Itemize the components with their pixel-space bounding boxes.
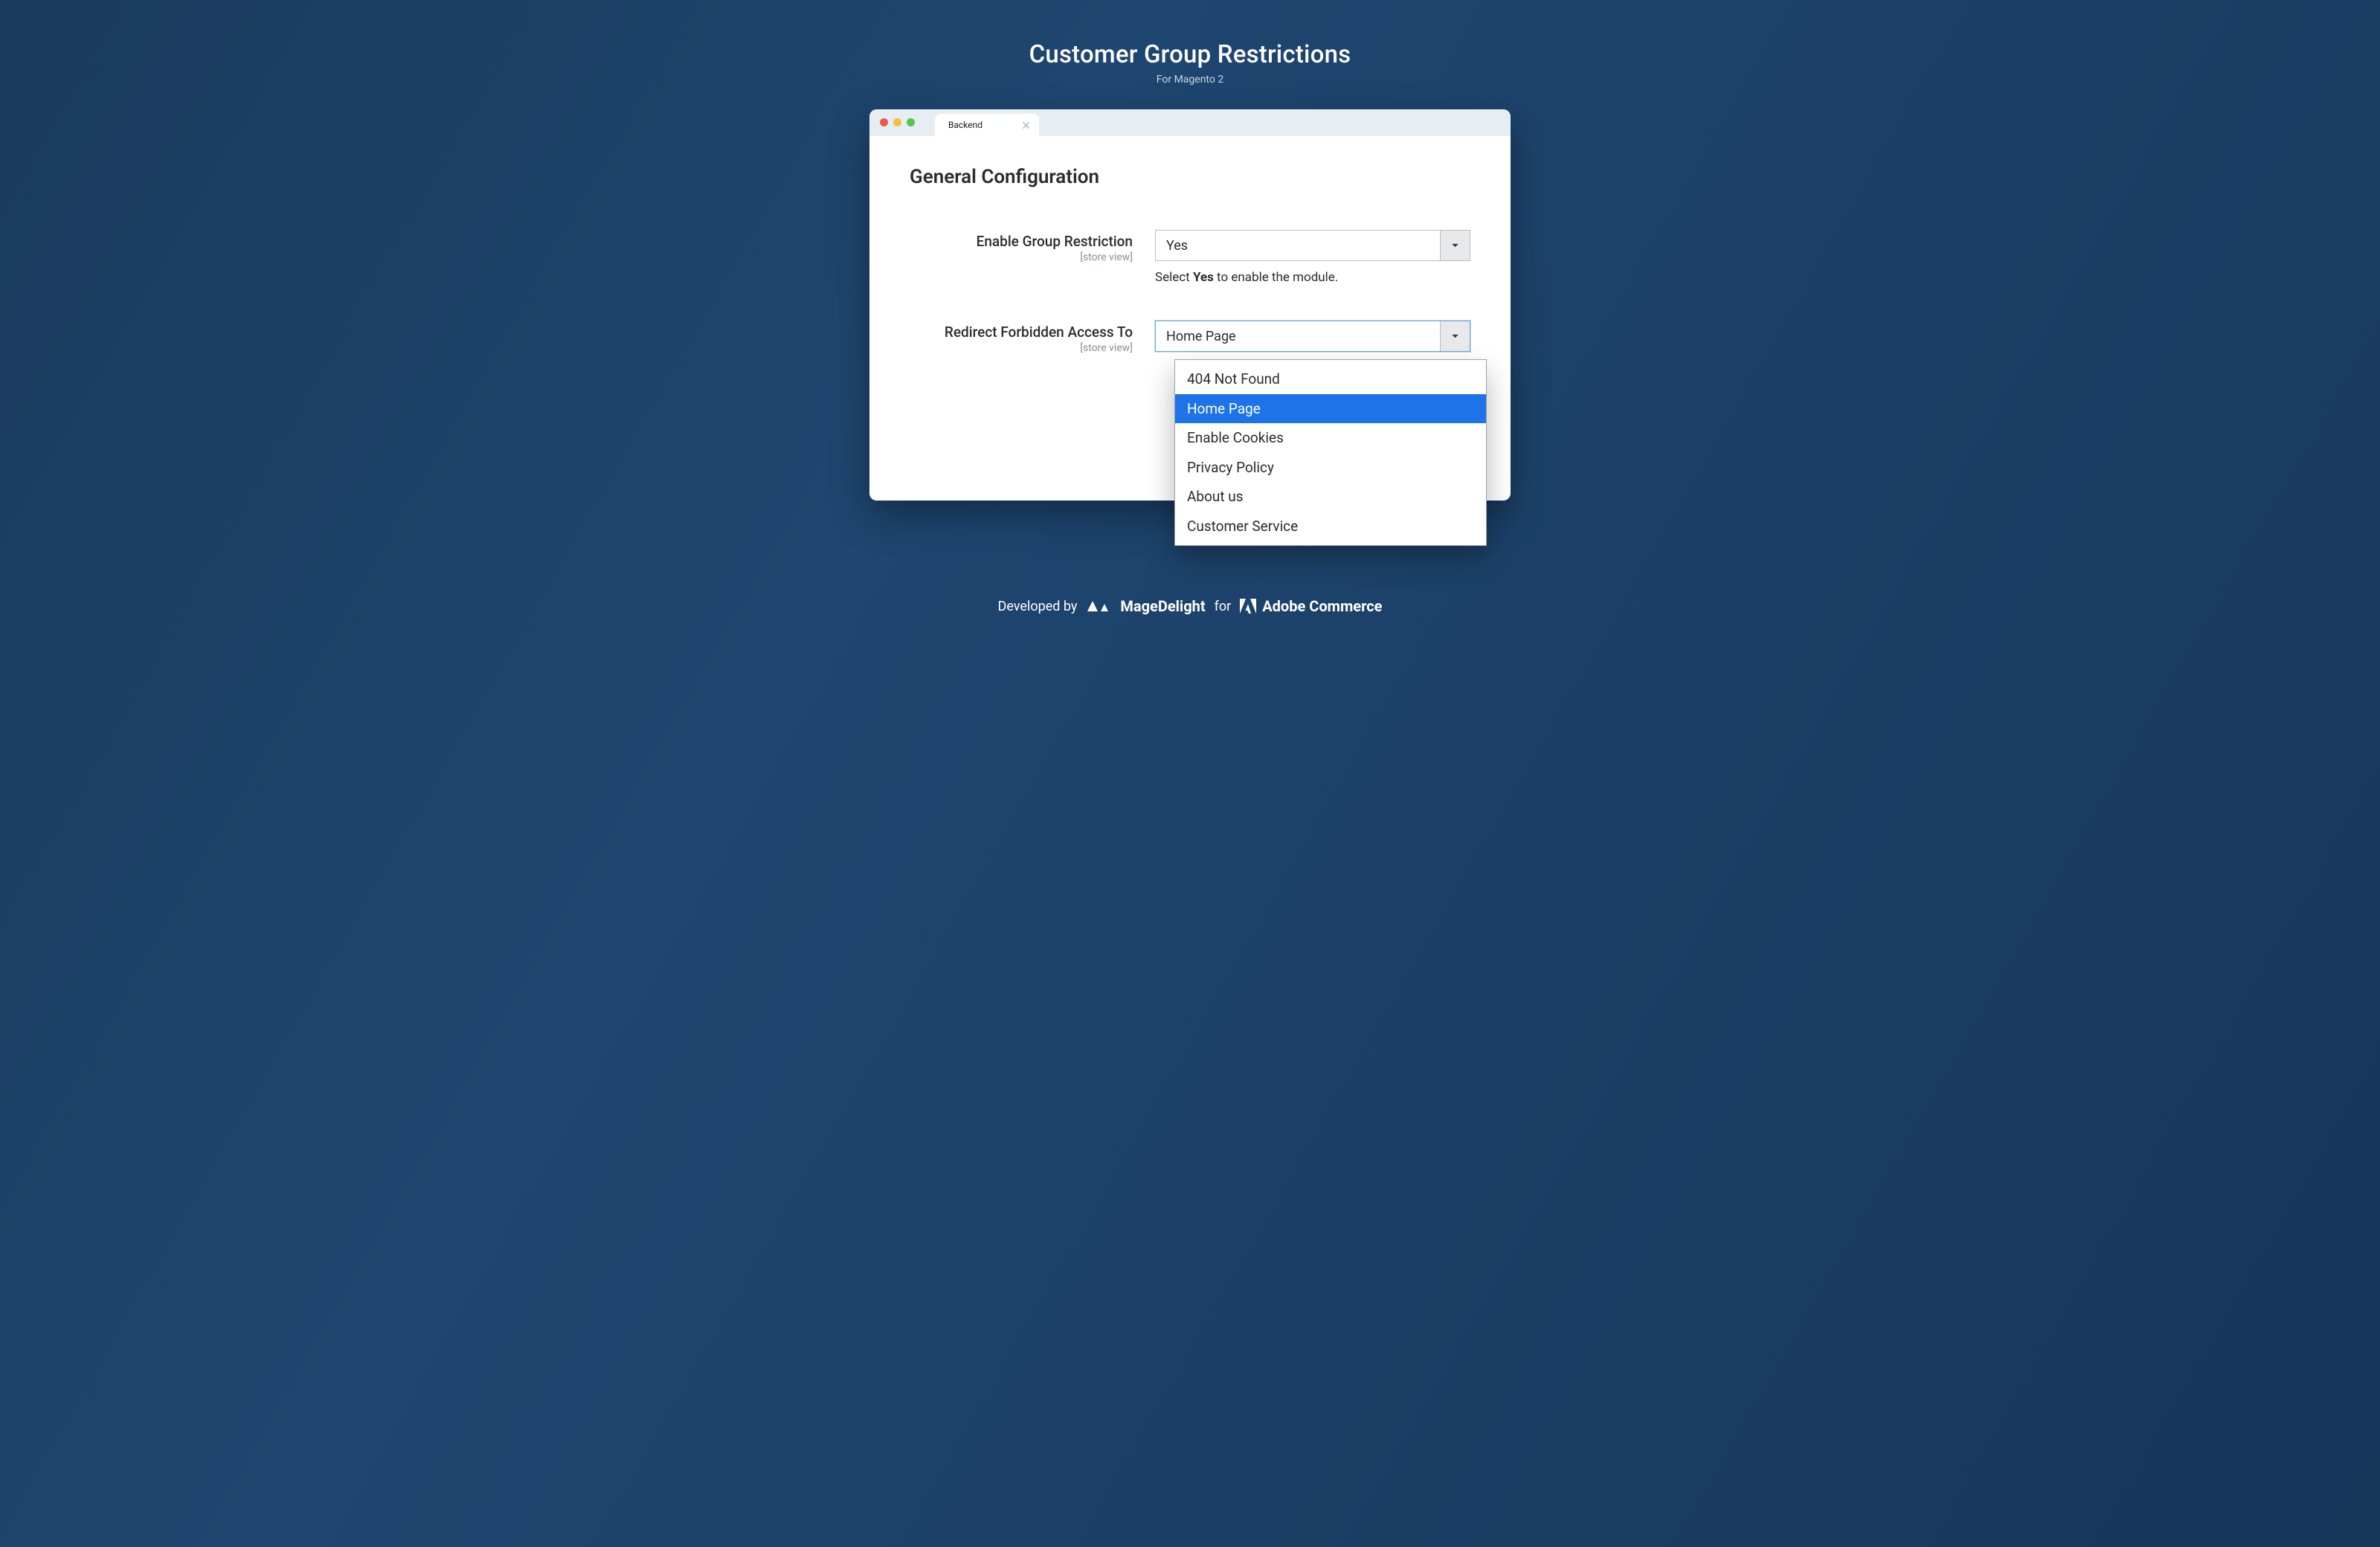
dropdown-option[interactable]: Home Page (1175, 394, 1486, 424)
browser-tab[interactable]: Backend (935, 114, 1039, 136)
window-close-button[interactable] (880, 118, 888, 126)
field-control-col: Yes Select Yes to enable the module. (1155, 230, 1470, 285)
redirect-label: Redirect Forbidden Access To (910, 324, 1133, 341)
field-label-col: Enable Group Restriction [store view] (910, 230, 1155, 263)
redirect-dropdown-panel: 404 Not Found Home Page Enable Cookies P… (1174, 359, 1487, 546)
dropdown-option[interactable]: 404 Not Found (1175, 364, 1486, 394)
footer-brand-adobe: Adobe Commerce (1240, 597, 1382, 615)
dropdown-option[interactable]: Customer Service (1175, 512, 1486, 541)
browser-tab-label: Backend (948, 120, 982, 130)
footer-developed-by: Developed by (998, 599, 1078, 614)
field-control-col: Home Page 404 Not Found Home Page Enable… (1155, 321, 1470, 352)
footer-for: for (1215, 599, 1232, 614)
page-subtitle: For Magento 2 (1157, 74, 1223, 86)
tab-close-button[interactable] (1021, 120, 1030, 129)
enable-scope: [store view] (910, 251, 1133, 263)
help-pre: Select (1155, 270, 1193, 285)
enable-select-value: Yes (1156, 231, 1440, 260)
adobe-logo-icon (1240, 599, 1256, 614)
footer-adobe-text: Adobe Commerce (1262, 597, 1382, 615)
redirect-select[interactable]: Home Page (1155, 321, 1470, 352)
redirect-select-arrow (1440, 321, 1470, 351)
field-row-redirect: Redirect Forbidden Access To [store view… (910, 321, 1470, 354)
window-titlebar: Backend (869, 109, 1511, 136)
enable-select-arrow (1440, 231, 1470, 260)
close-icon (1023, 122, 1029, 129)
footer: Developed by MageDelight for Adobe Comme… (998, 597, 1383, 615)
window-maximize-button[interactable] (907, 118, 915, 126)
section-heading: General Configuration (910, 166, 1470, 188)
magedelight-logo-icon (1086, 598, 1111, 614)
window-controls (880, 118, 915, 126)
chevron-down-icon (1451, 243, 1459, 248)
app-window: Backend General Configuration Enable Gro… (869, 109, 1511, 501)
enable-label: Enable Group Restriction (910, 233, 1133, 250)
enable-help-text: Select Yes to enable the module. (1155, 270, 1470, 285)
dropdown-option[interactable]: Enable Cookies (1175, 423, 1486, 453)
page-title: Customer Group Restrictions (1029, 40, 1351, 69)
dropdown-option[interactable]: Privacy Policy (1175, 453, 1486, 483)
dropdown-option[interactable]: About us (1175, 482, 1486, 512)
footer-brand-magedelight: MageDelight (1120, 597, 1205, 615)
redirect-select-value: Home Page (1156, 321, 1440, 351)
help-bold: Yes (1193, 270, 1214, 285)
chevron-down-icon (1451, 334, 1459, 339)
help-post: to enable the module. (1214, 270, 1338, 285)
field-label-col: Redirect Forbidden Access To [store view… (910, 321, 1155, 354)
field-row-enable: Enable Group Restriction [store view] Ye… (910, 230, 1470, 285)
window-minimize-button[interactable] (893, 118, 901, 126)
redirect-scope: [store view] (910, 342, 1133, 354)
window-body: General Configuration Enable Group Restr… (869, 136, 1511, 501)
enable-select[interactable]: Yes (1155, 230, 1470, 261)
